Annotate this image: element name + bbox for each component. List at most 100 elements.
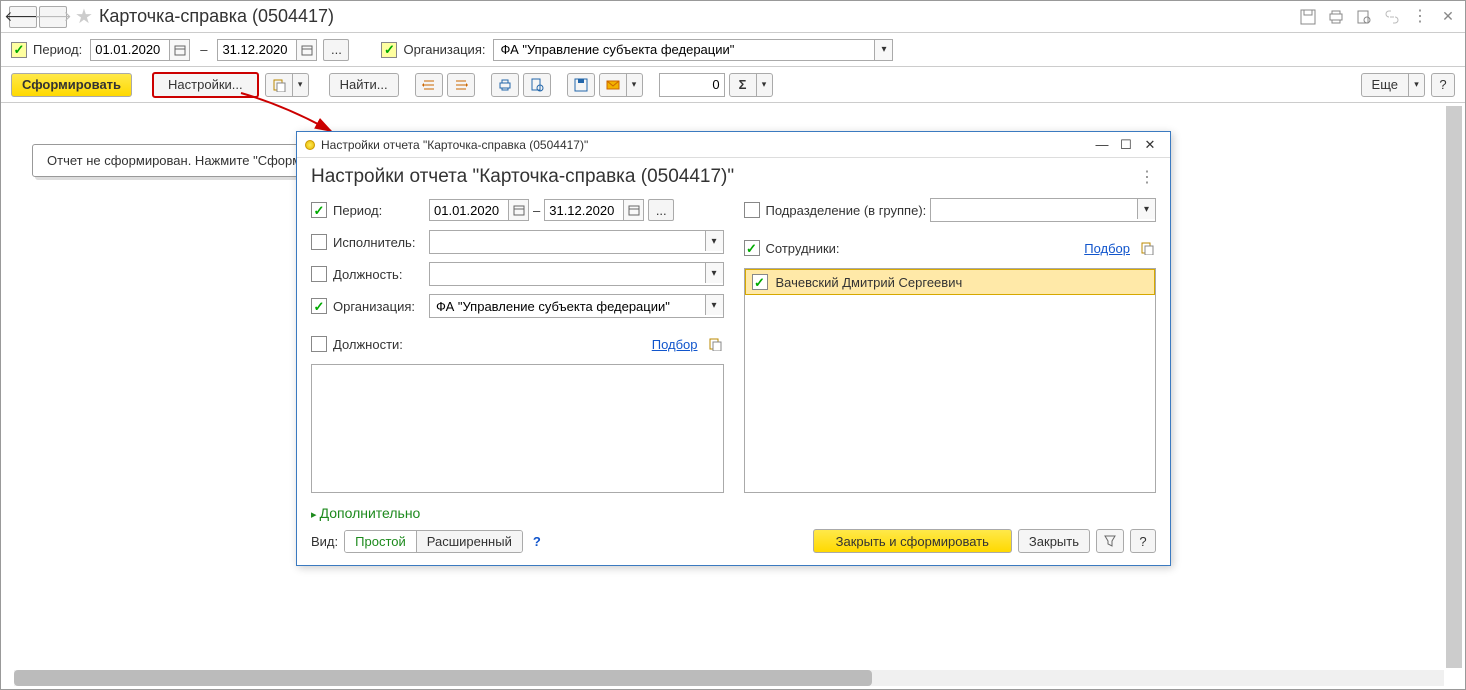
dialog-date-from-input[interactable] bbox=[430, 200, 508, 220]
insert-button[interactable]: ▾ bbox=[265, 73, 309, 97]
dialog-org-field[interactable]: ▾ bbox=[429, 294, 724, 318]
executor-label: Исполнитель: bbox=[333, 235, 429, 250]
dialog-org-input[interactable] bbox=[430, 295, 705, 317]
filter-icon-button[interactable] bbox=[1096, 529, 1124, 553]
view-label: Вид: bbox=[311, 534, 338, 549]
print-button[interactable] bbox=[491, 73, 519, 97]
expand-button[interactable] bbox=[415, 73, 443, 97]
calendar-icon[interactable] bbox=[508, 200, 528, 220]
dropdown-icon[interactable]: ▾ bbox=[705, 295, 723, 315]
toolbar: Сформировать Настройки... ▾ Найти... ▾ bbox=[1, 67, 1465, 103]
position-checkbox[interactable] bbox=[311, 266, 327, 282]
chevron-down-icon[interactable]: ▾ bbox=[757, 73, 773, 97]
list-item[interactable]: Вачевский Дмитрий Сергеевич bbox=[745, 269, 1156, 295]
close-icon[interactable]: ✕ bbox=[1439, 8, 1457, 26]
sigma-button[interactable]: Σ ▾ bbox=[729, 73, 773, 97]
dept-field[interactable]: ▾ bbox=[930, 198, 1157, 222]
dialog-help-button[interactable]: ? bbox=[1130, 529, 1156, 553]
dialog-org-checkbox[interactable] bbox=[311, 298, 327, 314]
kebab-icon[interactable]: ⋮ bbox=[1138, 168, 1156, 186]
view-simple-button[interactable]: Простой bbox=[345, 531, 416, 552]
position-field[interactable]: ▾ bbox=[429, 262, 724, 286]
date-separator: – bbox=[533, 203, 540, 218]
dialog-period-checkbox[interactable] bbox=[311, 202, 327, 218]
save-icon[interactable] bbox=[1299, 8, 1317, 26]
paste-icon[interactable] bbox=[265, 73, 293, 97]
maximize-icon[interactable]: ☐ bbox=[1114, 135, 1138, 155]
executor-field[interactable]: ▾ bbox=[429, 230, 724, 254]
view-help-icon[interactable]: ? bbox=[529, 534, 545, 549]
period-more-button[interactable]: ... bbox=[323, 39, 349, 61]
org-field[interactable]: ▾ bbox=[493, 39, 893, 61]
paste-icon[interactable] bbox=[1138, 239, 1156, 257]
positions-pick-link[interactable]: Подбор bbox=[652, 337, 698, 352]
dept-input[interactable] bbox=[931, 199, 1138, 221]
dropdown-icon[interactable]: ▾ bbox=[705, 231, 723, 251]
date-separator: – bbox=[200, 42, 207, 57]
chevron-down-icon[interactable]: ▾ bbox=[1409, 73, 1425, 97]
save-button[interactable] bbox=[567, 73, 595, 97]
org-input[interactable] bbox=[494, 40, 874, 60]
org-label: Организация: bbox=[403, 42, 485, 57]
minimize-icon[interactable]: — bbox=[1090, 135, 1114, 155]
dialog-date-to-field[interactable] bbox=[544, 199, 644, 221]
date-from-field[interactable] bbox=[90, 39, 190, 61]
find-button[interactable]: Найти... bbox=[329, 73, 399, 97]
kebab-icon[interactable]: ⋮ bbox=[1411, 8, 1429, 26]
nav-forward-button[interactable]: 🡒 bbox=[39, 6, 67, 28]
executor-input[interactable] bbox=[430, 231, 705, 253]
position-label: Должность: bbox=[333, 267, 429, 282]
employees-pick-link[interactable]: Подбор bbox=[1084, 241, 1130, 256]
date-from-input[interactable] bbox=[91, 40, 169, 60]
executor-checkbox[interactable] bbox=[311, 234, 327, 250]
dialog-heading: Настройки отчета "Карточка-справка (0504… bbox=[311, 166, 1138, 188]
horizontal-scrollbar[interactable] bbox=[14, 670, 1444, 686]
employee-checkbox[interactable] bbox=[752, 274, 768, 290]
dialog-period-more[interactable]: ... bbox=[648, 199, 674, 221]
preview-button[interactable] bbox=[523, 73, 551, 97]
paste-icon[interactable] bbox=[706, 335, 724, 353]
close-icon[interactable]: ✕ bbox=[1138, 135, 1162, 155]
link-icon[interactable] bbox=[1383, 8, 1401, 26]
org-checkbox[interactable] bbox=[381, 42, 397, 58]
employees-listbox[interactable]: Вачевский Дмитрий Сергеевич bbox=[744, 268, 1157, 493]
chevron-down-icon[interactable]: ▾ bbox=[293, 73, 309, 97]
dropdown-icon[interactable]: ▾ bbox=[1137, 199, 1155, 219]
employees-checkbox[interactable] bbox=[744, 240, 760, 256]
more-label[interactable]: Еще bbox=[1361, 73, 1409, 97]
page-title: Карточка-справка (0504417) bbox=[99, 6, 1299, 27]
calendar-icon[interactable] bbox=[623, 200, 643, 220]
dept-checkbox[interactable] bbox=[744, 202, 760, 218]
form-button[interactable]: Сформировать bbox=[11, 73, 132, 97]
email-button[interactable]: ▾ bbox=[599, 73, 643, 97]
help-button[interactable]: ? bbox=[1431, 73, 1455, 97]
chevron-down-icon[interactable]: ▾ bbox=[627, 73, 643, 97]
additional-toggle[interactable]: Дополнительно bbox=[311, 505, 1156, 521]
close-button[interactable]: Закрыть bbox=[1018, 529, 1090, 553]
nav-back-button[interactable]: 🡐 bbox=[9, 6, 37, 28]
dialog-date-to-input[interactable] bbox=[545, 200, 623, 220]
calendar-icon[interactable] bbox=[169, 40, 189, 60]
positions-listbox[interactable] bbox=[311, 364, 724, 493]
vertical-scrollbar[interactable] bbox=[1446, 106, 1462, 668]
view-extended-button[interactable]: Расширенный bbox=[416, 531, 522, 552]
email-icon[interactable] bbox=[599, 73, 627, 97]
dropdown-icon[interactable]: ▾ bbox=[874, 40, 892, 60]
close-and-form-button[interactable]: Закрыть и сформировать bbox=[813, 529, 1012, 553]
positions-checkbox[interactable] bbox=[311, 336, 327, 352]
period-checkbox[interactable] bbox=[11, 42, 27, 58]
dialog-date-from-field[interactable] bbox=[429, 199, 529, 221]
favorite-star-icon[interactable]: ★ bbox=[75, 4, 93, 29]
more-button[interactable]: Еще ▾ bbox=[1361, 73, 1425, 97]
calendar-icon[interactable] bbox=[296, 40, 316, 60]
settings-button[interactable]: Настройки... bbox=[152, 72, 259, 98]
sigma-icon[interactable]: Σ bbox=[729, 73, 757, 97]
date-to-input[interactable] bbox=[218, 40, 296, 60]
number-field[interactable] bbox=[659, 73, 725, 97]
collapse-button[interactable] bbox=[447, 73, 475, 97]
date-to-field[interactable] bbox=[217, 39, 317, 61]
position-input[interactable] bbox=[430, 263, 705, 285]
preview-icon[interactable] bbox=[1355, 8, 1373, 26]
print-icon[interactable] bbox=[1327, 8, 1345, 26]
dropdown-icon[interactable]: ▾ bbox=[705, 263, 723, 283]
